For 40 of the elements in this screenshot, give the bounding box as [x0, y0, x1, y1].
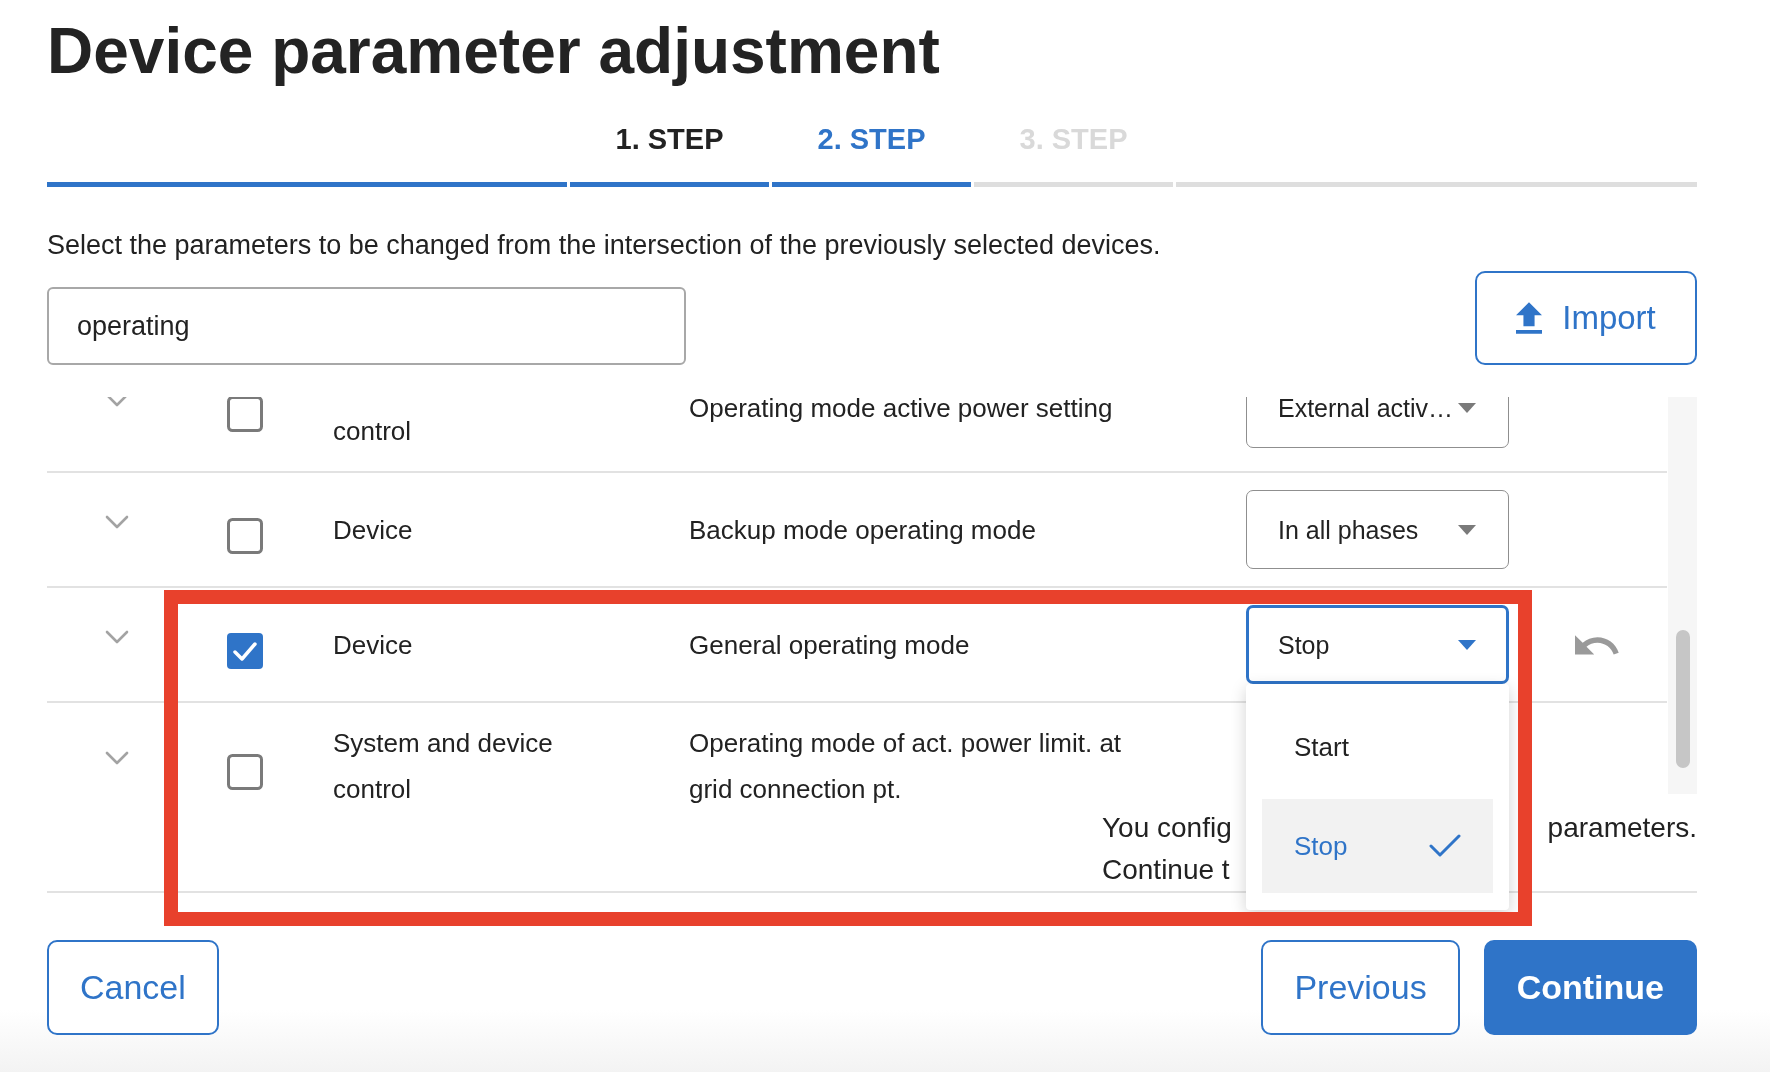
scrollbar-thumb[interactable]: [1676, 630, 1690, 768]
category-text: System and device control: [333, 727, 554, 806]
category-text: Device: [333, 513, 413, 547]
page-title: Device parameter adjustment: [47, 15, 940, 87]
menu-option[interactable]: Start: [1262, 700, 1493, 794]
summary-text: You config: [1102, 811, 1232, 845]
search-field[interactable]: operating: [47, 287, 686, 365]
step-label: 1. STEP: [615, 122, 724, 156]
value-dropdown[interactable]: Stop: [1246, 605, 1509, 684]
category-text: Device: [333, 628, 413, 662]
chevron-down-icon[interactable]: [105, 629, 129, 644]
instruction-text: Select the parameters to be changed from the intersection of the previously selected devices.: [47, 229, 1161, 262]
chevron-down-icon[interactable]: [105, 397, 129, 407]
import-button[interactable]: Import: [1475, 271, 1697, 365]
category-text: control: [333, 415, 412, 448]
step-label: 2. STEP: [817, 122, 926, 156]
cancel-button[interactable]: Cancel: [47, 940, 219, 1035]
value-dropdown[interactable]: In all phases: [1246, 490, 1509, 569]
parameter-name: Operating mode of act. power limit. at grid connection pt.: [689, 727, 1123, 806]
checkbox[interactable]: [227, 754, 263, 790]
checkbox[interactable]: [227, 632, 263, 669]
value-dropdown[interactable]: External activ…: [1246, 397, 1509, 448]
parameter-name: General operating mode: [689, 628, 970, 662]
parameter-name: Operating mode active power setting: [689, 397, 1113, 425]
summary-text: Continue t: [1102, 853, 1230, 887]
previous-button[interactable]: Previous: [1261, 940, 1460, 1035]
chevron-down-icon[interactable]: [105, 514, 129, 529]
caret-icon: [1458, 639, 1476, 650]
upload-icon: [1516, 302, 1543, 334]
continue-button[interactable]: Continue: [1483, 940, 1697, 1035]
menu-option[interactable]: Stop: [1262, 799, 1493, 893]
checkmark-icon: [1429, 834, 1461, 858]
summary-text: parameters.: [1547, 811, 1697, 845]
chevron-down-icon[interactable]: [105, 751, 129, 765]
caret-icon: [1458, 403, 1476, 413]
caret-icon: [1458, 524, 1476, 535]
undo-icon[interactable]: [1575, 634, 1619, 655]
parameter-name: Backup mode operating mode: [689, 513, 1036, 547]
checkbox[interactable]: [227, 397, 263, 432]
checkbox[interactable]: [227, 517, 263, 554]
